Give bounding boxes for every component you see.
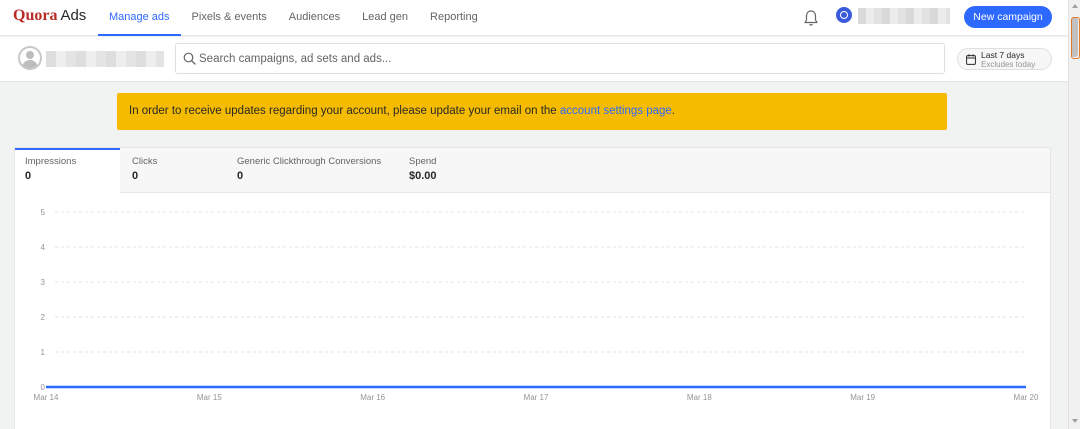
date-range-label: Last 7 days — [981, 50, 1025, 60]
user-name-redacted[interactable] — [46, 51, 164, 67]
date-range-picker[interactable]: Last 7 days Excludes today — [957, 48, 1052, 70]
nav-lead-gen[interactable]: Lead gen — [351, 0, 419, 36]
brand-product: Ads — [60, 7, 87, 24]
calendar-icon — [966, 54, 976, 65]
tab-value: $0.00 — [409, 170, 437, 182]
y-tick-label: 0 — [41, 383, 46, 392]
scrollbar-thumb[interactable] — [1071, 17, 1080, 59]
quora-ads-logo[interactable]: Quora Ads — [13, 7, 86, 25]
tab-generic-clickthrough-conversions[interactable]: Generic Clickthrough Conversions 0 — [227, 148, 397, 193]
tab-clicks[interactable]: Clicks 0 — [122, 148, 222, 193]
x-tick-label: Mar 19 — [850, 393, 875, 402]
date-range-sublabel: Excludes today — [981, 60, 1036, 69]
notification-bell-icon[interactable] — [803, 9, 819, 27]
tab-impressions[interactable]: Impressions 0 — [15, 148, 120, 194]
user-avatar-icon[interactable] — [18, 46, 42, 70]
account-avatar[interactable] — [836, 7, 852, 23]
y-tick-label: 3 — [41, 278, 46, 287]
impressions-line-chart: 0 1 2 3 4 5 Mar 14 Mar 15 Mar 16 Mar 17 Mar 18 Mar … — [34, 208, 1039, 402]
tab-label: Generic Clickthrough Conversions — [237, 156, 382, 167]
x-tick-label: Mar 16 — [360, 393, 385, 402]
top-navigation-bar: Quora Ads Manage ads Pixels & events Audi… — [0, 0, 1068, 36]
scroll-down-arrow-icon[interactable] — [1072, 419, 1078, 423]
account-name-redacted[interactable] — [858, 8, 950, 24]
tab-label: Impressions — [25, 156, 77, 167]
tab-label: Clicks — [132, 156, 158, 167]
nav-audiences[interactable]: Audiences — [278, 0, 351, 36]
search-input[interactable] — [199, 49, 929, 69]
account-settings-link[interactable]: account settings page — [560, 105, 672, 117]
nav-pixels-events[interactable]: Pixels & events — [181, 0, 278, 36]
main-nav: Manage ads Pixels & events Audiences Lea… — [98, 0, 489, 36]
search-box[interactable] — [175, 43, 945, 74]
metrics-card: Impressions 0 Clicks 0 Generic Clickthro… — [14, 147, 1051, 429]
tab-label: Spend — [409, 156, 437, 167]
nav-reporting[interactable]: Reporting — [419, 0, 489, 36]
x-tick-label: Mar 14 — [34, 393, 59, 402]
tab-value: 0 — [25, 170, 32, 182]
x-tick-label: Mar 15 — [197, 393, 222, 402]
x-tick-label: Mar 20 — [1014, 393, 1039, 402]
x-tick-label: Mar 18 — [687, 393, 712, 402]
email-update-banner: In order to receive updates regarding yo… — [117, 93, 947, 130]
metric-tabs: Impressions 0 Clicks 0 Generic Clickthro… — [15, 148, 1050, 194]
account-search-bar: Last 7 days Excludes today — [0, 37, 1068, 82]
y-tick-label: 5 — [41, 208, 46, 217]
banner-suffix: . — [671, 105, 675, 117]
new-campaign-button[interactable]: New campaign — [964, 6, 1052, 28]
y-tick-label: 2 — [41, 313, 46, 322]
search-icon — [183, 52, 196, 65]
tab-value: 0 — [237, 170, 244, 182]
nav-manage-ads[interactable]: Manage ads — [98, 0, 181, 36]
tab-spend[interactable]: Spend $0.00 — [399, 148, 499, 193]
brand-name: Quora — [13, 7, 58, 24]
tab-value: 0 — [132, 170, 139, 182]
y-tick-label: 1 — [41, 348, 46, 357]
banner-text: In order to receive updates regarding yo… — [129, 105, 560, 117]
x-tick-label: Mar 17 — [524, 393, 549, 402]
y-tick-label: 4 — [41, 243, 46, 252]
page-scrollbar[interactable] — [1068, 0, 1080, 429]
scroll-up-arrow-icon[interactable] — [1072, 4, 1078, 8]
